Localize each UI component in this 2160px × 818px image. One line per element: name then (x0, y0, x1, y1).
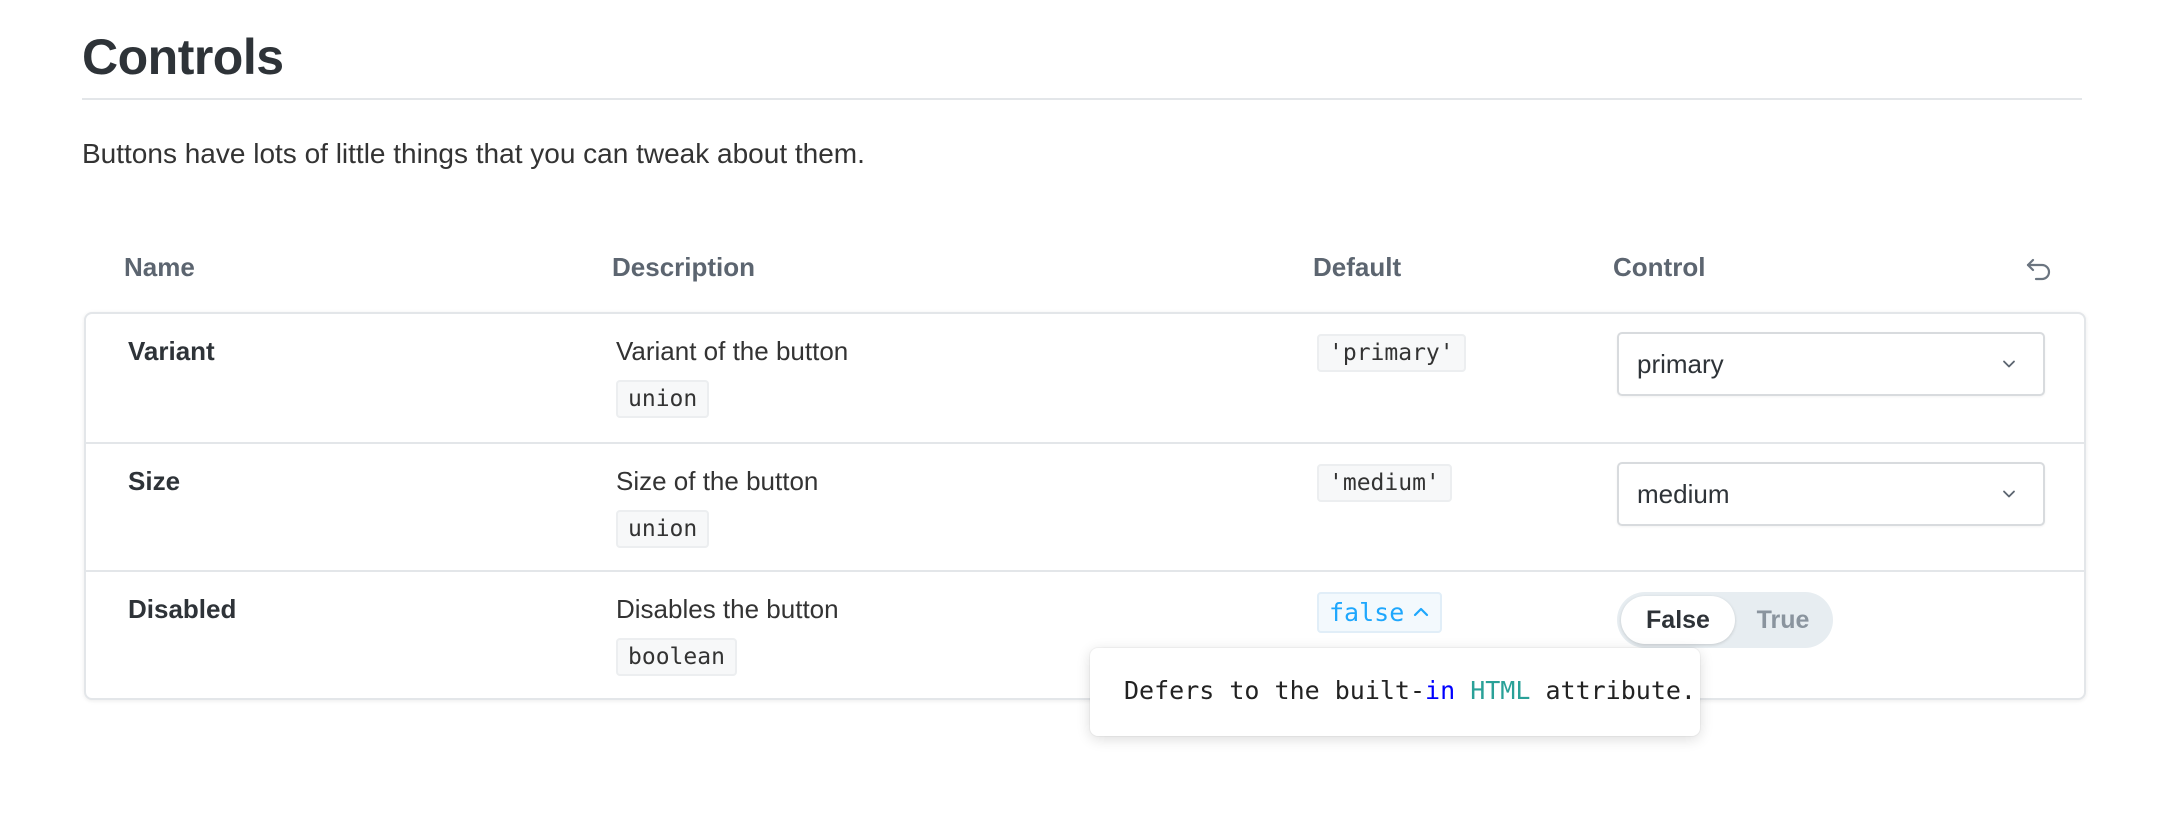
default-value-tooltip: Defers to the built-in HTML attribute. (1090, 648, 1700, 736)
arg-default: 'medium' (1317, 464, 1452, 502)
select-value: primary (1637, 349, 1724, 379)
arg-name: Variant (128, 336, 215, 366)
tooltip-space (1455, 676, 1470, 705)
column-header-name: Name (124, 252, 195, 282)
select-value: medium (1637, 479, 1730, 509)
table-row: Size Size of the button union 'medium' m… (86, 442, 2084, 572)
title-divider (82, 98, 2082, 100)
disabled-boolean-toggle[interactable]: False True (1617, 592, 1833, 648)
default-value-toggle[interactable]: false (1317, 592, 1443, 633)
variant-select[interactable]: primary (1617, 332, 2045, 396)
intro-text: Buttons have lots of little things that … (82, 138, 865, 169)
args-table: Variant Variant of the button union 'pri… (84, 312, 2086, 700)
tooltip-keyword: in (1425, 676, 1456, 705)
page-title: Controls (82, 29, 284, 85)
table-row: Variant Variant of the button union 'pri… (86, 314, 2084, 442)
arg-default: false (1329, 598, 1405, 627)
arg-description: Disables the button (616, 594, 839, 624)
arg-type: union (616, 510, 710, 548)
arg-name: Disabled (128, 594, 237, 624)
column-header-description: Description (612, 252, 756, 282)
tooltip-code: Defers to the built-in HTML attribute. (1124, 676, 1696, 705)
toggle-option-false[interactable]: False (1621, 596, 1735, 644)
table-row: Disabled Disables the button boolean fal… (86, 570, 2084, 700)
arg-name: Size (128, 466, 181, 496)
arg-type: boolean (616, 638, 737, 676)
arg-type: union (616, 380, 710, 418)
table-header: Name Description Default Control (82, 252, 2082, 292)
chevron-down-icon (2001, 356, 2017, 372)
reset-undo-icon[interactable] (2024, 254, 2054, 284)
column-header-default: Default (1313, 252, 1402, 282)
chevron-up-icon (1412, 598, 1430, 627)
arg-description: Variant of the button (616, 336, 849, 366)
column-header-control: Control (1613, 252, 1706, 282)
size-select[interactable]: medium (1617, 462, 2045, 526)
tooltip-text-end: attribute. (1530, 676, 1696, 705)
arg-description: Size of the button (616, 466, 819, 496)
tooltip-text: Defers to the built- (1124, 676, 1426, 705)
chevron-down-icon (2001, 486, 2017, 502)
toggle-option-true[interactable]: True (1737, 596, 1829, 644)
tooltip-tag: HTML (1470, 676, 1531, 705)
arg-default: 'primary' (1317, 334, 1466, 372)
